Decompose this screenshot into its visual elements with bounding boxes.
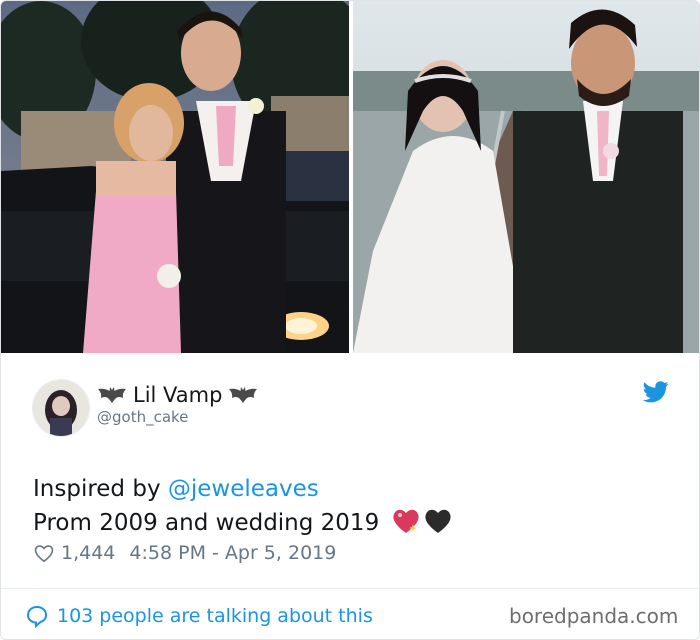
bat-icon <box>229 387 258 403</box>
heart-outline-icon[interactable] <box>33 542 55 564</box>
mention-link[interactable]: @jeweleaves <box>168 476 319 502</box>
tweet-line-2: Prom 2009 and wedding 2019 <box>33 506 673 540</box>
tweet-line-1: Inspired by @jeweleaves <box>33 472 673 506</box>
black-heart-emoji-icon <box>424 509 451 533</box>
conversation-text[interactable]: 103 people are talking about this <box>57 605 373 627</box>
sparkling-heart-emoji-icon <box>392 509 419 533</box>
conversation-link[interactable]: 103 people are talking about this <box>25 603 373 629</box>
tweet-photos <box>1 1 699 353</box>
tweet-card: Lil Vamp @goth_cake Inspired by @jewelea… <box>0 0 700 640</box>
timestamp[interactable]: 4:58 PM - Apr 5, 2019 <box>129 542 336 564</box>
tweet-meta: 1,444 4:58 PM - Apr 5, 2019 <box>33 541 336 565</box>
like-count[interactable]: 1,444 <box>61 542 115 564</box>
prom-photo[interactable] <box>1 1 349 353</box>
tweet-text: Inspired by @jeweleaves Prom 2009 and we… <box>33 472 673 540</box>
display-name[interactable]: Lil Vamp <box>133 383 222 407</box>
speech-bubble-icon <box>26 605 48 628</box>
divider <box>1 588 699 589</box>
bat-icon <box>98 387 126 403</box>
watermark: boredpanda.com <box>509 604 679 628</box>
user-handle[interactable]: @goth_cake <box>97 408 188 426</box>
twitter-bird-icon[interactable] <box>643 381 669 403</box>
tweet-text-line2: Prom 2009 and wedding 2019 <box>33 510 380 536</box>
wedding-photo[interactable] <box>353 1 699 353</box>
tweet-text-prefix: Inspired by <box>33 476 168 502</box>
author-name-row[interactable]: Lil Vamp <box>97 381 258 409</box>
avatar[interactable] <box>32 379 90 437</box>
